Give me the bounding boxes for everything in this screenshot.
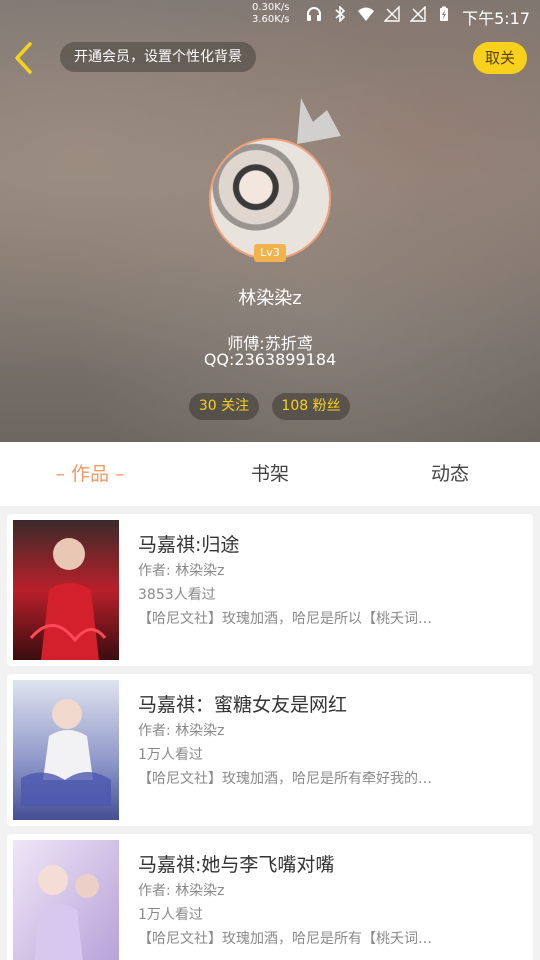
speed-up: 0.30K/s — [252, 2, 290, 13]
headphones-icon — [307, 7, 321, 21]
status-icons — [306, 6, 452, 22]
work-author: 作者: 林染染z — [138, 563, 225, 579]
battery-charging-icon — [440, 6, 448, 21]
book-cover — [13, 840, 119, 960]
work-title: 马嘉祺：蜜糖女友是网红 — [138, 694, 348, 716]
back-button[interactable] — [8, 40, 42, 76]
clock: 下午5:17 — [462, 9, 530, 28]
avatar[interactable] — [209, 138, 331, 260]
work-views: 1万人看过 — [138, 907, 203, 923]
work-views: 3853人看过 — [138, 587, 216, 603]
level-badge: Lv3 — [254, 244, 286, 262]
work-title: 马嘉祺:她与李飞嘴对嘴 — [138, 854, 335, 876]
book-cover — [13, 520, 119, 660]
avatar-container[interactable]: Lv3 — [209, 138, 331, 262]
work-description: 【哈尼文社】玫瑰加酒，哈尼是所有牵好我的… — [138, 771, 432, 787]
qq-info: QQ:2363899184 — [203, 350, 337, 369]
crown-icon — [297, 98, 341, 144]
speed-down: 3.60K/s — [252, 14, 290, 25]
list-item[interactable]: 马嘉祺:归途 作者: 林染染z 3853人看过 【哈尼文社】玫瑰加酒，哈尼是所以… — [7, 514, 533, 666]
bluetooth-icon — [335, 6, 346, 22]
wifi-icon — [358, 7, 374, 21]
book-cover — [13, 680, 119, 820]
tab-bookshelf[interactable]: 书架 — [180, 442, 360, 506]
work-description: 【哈尼文社】玫瑰加酒，哈尼是所有【桃夭词… — [138, 931, 432, 947]
chevron-left-icon — [15, 42, 32, 74]
no-signal-icon — [384, 6, 400, 22]
vip-background-banner[interactable]: 开通会员，设置个性化背景 — [60, 42, 256, 72]
tab-works[interactable]: – 作品 – — [0, 442, 180, 506]
list-item[interactable]: 马嘉祺:她与李飞嘴对嘴 作者: 林染染z 1万人看过 【哈尼文社】玫瑰加酒，哈尼… — [7, 834, 533, 960]
following-count[interactable]: 30 关注 — [189, 393, 259, 420]
list-item[interactable]: 马嘉祺：蜜糖女友是网红 作者: 林染染z 1万人看过 【哈尼文社】玫瑰加酒，哈尼… — [7, 674, 533, 826]
tab-activity[interactable]: 动态 — [360, 442, 540, 506]
work-author: 作者: 林染染z — [138, 723, 225, 739]
status-bar: 0.30K/s 3.60K/s 下午5:17 — [0, 0, 540, 30]
nickname: 林染染z — [238, 288, 302, 309]
work-description: 【哈尼文社】玫瑰加酒，哈尼是所以【桃夭词… — [138, 611, 432, 627]
work-author: 作者: 林染染z — [138, 883, 225, 899]
profile-tabs: – 作品 – 书架 动态 — [0, 442, 540, 506]
no-signal-icon — [410, 6, 426, 22]
network-speed: 0.30K/s 3.60K/s — [252, 2, 289, 26]
profile-screen: 0.30K/s 3.60K/s 下午5:17 开通会员，设置个性化背景 取关 L… — [0, 0, 540, 960]
work-title: 马嘉祺:归途 — [138, 534, 240, 556]
fans-count[interactable]: 108 粉丝 — [272, 393, 350, 420]
unfollow-button[interactable]: 取关 — [473, 42, 527, 74]
work-views: 1万人看过 — [138, 747, 203, 763]
